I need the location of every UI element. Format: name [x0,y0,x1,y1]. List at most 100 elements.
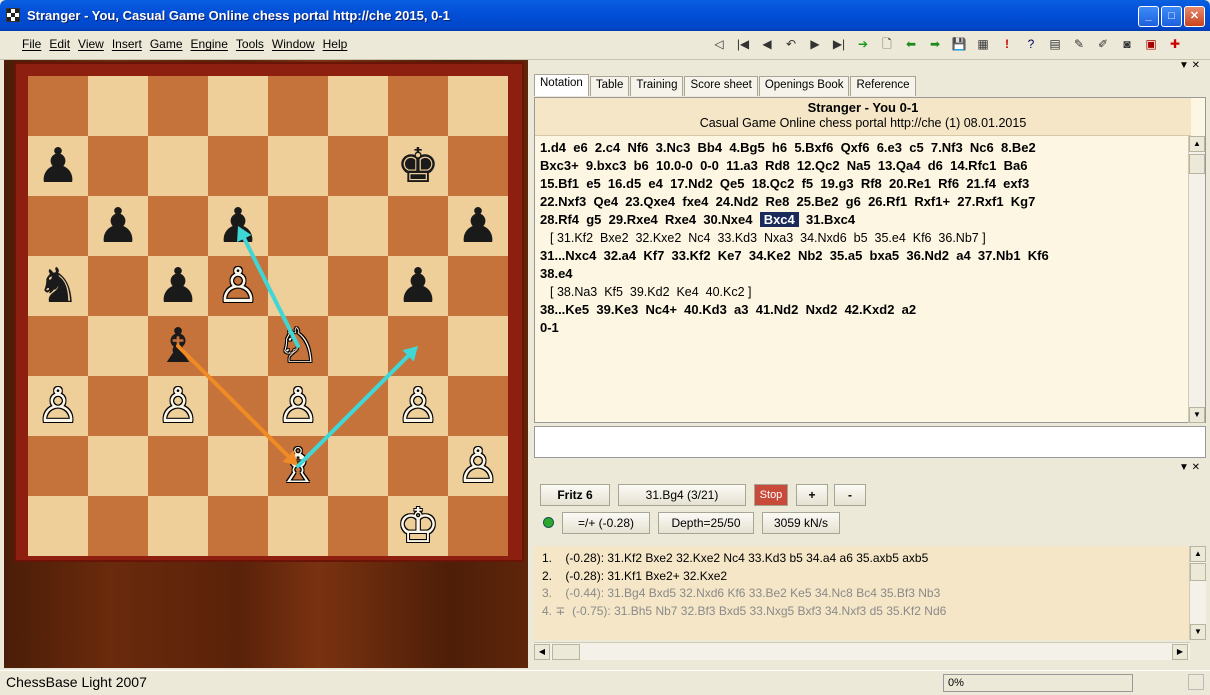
move-line[interactable]: 15.Bf1 e5 16.d5 e4 17.Nd2 Qe5 18.Qc2 f5 … [540,175,1182,193]
previous-game-icon[interactable]: ⬅ [900,33,922,55]
square-b3[interactable] [88,376,148,436]
tab-table[interactable]: Table [589,76,630,96]
piece-c4[interactable]: ♝ [148,316,208,376]
square-e2[interactable]: ♗ [268,436,328,496]
square-h6[interactable]: ♟ [448,196,508,256]
new-game-icon[interactable]: 🗋 [876,33,898,55]
square-h5[interactable] [448,256,508,316]
square-b2[interactable] [88,436,148,496]
menu-window[interactable]: Window [268,37,319,51]
square-e6[interactable] [268,196,328,256]
resize-grip[interactable] [1188,674,1204,690]
current-move[interactable]: Bxc4 [759,212,799,227]
piece-g1[interactable]: ♔ [388,496,448,556]
engine-scroll-right-icon[interactable]: ▶ [1172,644,1188,660]
square-a2[interactable] [28,436,88,496]
square-g6[interactable] [388,196,448,256]
tab-score-sheet[interactable]: Score sheet [684,76,758,96]
add-line-button[interactable]: + [796,484,828,506]
eraser-icon[interactable]: ✐ [1092,33,1114,55]
notation-scrollbar[interactable]: ▲ ▼ [1188,136,1205,423]
piece-g5[interactable]: ♟ [388,256,448,316]
square-c8[interactable] [148,76,208,136]
back-icon[interactable]: ◁ [708,33,730,55]
first-move-icon[interactable]: |◀ [732,33,754,55]
square-b7[interactable] [88,136,148,196]
square-f5[interactable] [328,256,388,316]
stop-button[interactable]: Stop [754,484,788,506]
square-g4[interactable] [388,316,448,376]
engine-scroll-up-icon[interactable]: ▲ [1190,546,1206,562]
tab-reference[interactable]: Reference [850,76,916,96]
scroll-thumb[interactable] [1189,154,1205,174]
engine-name[interactable]: Fritz 6 [540,484,610,506]
square-f1[interactable] [328,496,388,556]
square-b5[interactable] [88,256,148,316]
move-list[interactable]: 1.d4 e6 2.c4 Nf6 3.Nc3 Bb4 4.Bg5 h6 5.Bx… [540,139,1182,337]
replace-game-icon[interactable]: ▦ [972,33,994,55]
square-d2[interactable] [208,436,268,496]
square-e7[interactable] [268,136,328,196]
menu-game[interactable]: Game [146,37,187,51]
next-move-icon[interactable]: ▶ [804,33,826,55]
square-c2[interactable] [148,436,208,496]
square-g5[interactable]: ♟ [388,256,448,316]
square-f2[interactable] [328,436,388,496]
tab-training[interactable]: Training [630,76,684,96]
piece-g3[interactable]: ♙ [388,376,448,436]
square-a8[interactable] [28,76,88,136]
prev-move-icon[interactable]: ◀ [756,33,778,55]
camera-icon[interactable]: ◙ [1116,33,1138,55]
square-e5[interactable] [268,256,328,316]
engine-line[interactable]: 4. ∓ (-0.75): 31.Bh5 Nb7 32.Bf3 Bxd5 33.… [542,603,1190,621]
square-c7[interactable] [148,136,208,196]
engine-line[interactable]: 2. (-0.28): 31.Kf1 Bxe2+ 32.Kxe2 [542,568,1190,586]
square-b1[interactable] [88,496,148,556]
square-d1[interactable] [208,496,268,556]
square-h7[interactable] [448,136,508,196]
last-move-icon[interactable]: ▶| [828,33,850,55]
engine-scroll-down-icon[interactable]: ▼ [1190,624,1206,640]
square-a7[interactable]: ♟ [28,136,88,196]
square-c1[interactable] [148,496,208,556]
square-b8[interactable] [88,76,148,136]
piece-d6[interactable]: ♟ [208,196,268,256]
square-a1[interactable] [28,496,88,556]
square-c5[interactable]: ♟ [148,256,208,316]
scroll-down-icon[interactable]: ▼ [1189,407,1205,423]
variation-line[interactable]: [ 31.Kf2 Bxe2 32.Kxe2 Nc4 33.Kd3 Nxa3 34… [540,229,1182,247]
square-c4[interactable]: ♝ [148,316,208,376]
menu-tools[interactable]: Tools [232,37,268,51]
piece-c3[interactable]: ♙ [148,376,208,436]
square-a5[interactable]: ♞ [28,256,88,316]
move-line[interactable]: 0-1 [540,319,1182,337]
menu-view[interactable]: View [74,37,108,51]
piece-d5[interactable]: ♙ [208,256,268,316]
engine-lines[interactable]: 1. (-0.28): 31.Kf2 Bxe2 32.Kxe2 Nc4 33.K… [534,546,1190,640]
piece-e4[interactable]: ♘ [268,316,328,376]
variation-line[interactable]: [ 38.Na3 Kf5 39.Kd2 Ke4 40.Kc2 ] [540,283,1182,301]
piece-a3[interactable]: ♙ [28,376,88,436]
menu-help[interactable]: Help [319,37,352,51]
move-line[interactable]: 1.d4 e6 2.c4 Nf6 3.Nc3 Bb4 4.Bg5 h6 5.Bx… [540,139,1182,157]
square-g3[interactable]: ♙ [388,376,448,436]
engine-scrollbar[interactable]: ▲ ▼ [1189,546,1206,640]
square-b4[interactable] [88,316,148,376]
square-h3[interactable] [448,376,508,436]
scroll-up-icon[interactable]: ▲ [1189,136,1205,152]
piece-e2[interactable]: ♗ [268,436,328,496]
query-icon[interactable]: ? [1020,33,1042,55]
tab-openings-book[interactable]: Openings Book [758,76,850,96]
piece-b6[interactable]: ♟ [88,196,148,256]
square-d5[interactable]: ♙ [208,256,268,316]
square-d7[interactable] [208,136,268,196]
square-d4[interactable] [208,316,268,376]
square-g8[interactable] [388,76,448,136]
square-h2[interactable]: ♙ [448,436,508,496]
menu-file[interactable]: File [18,37,45,51]
engine-hscrollbar[interactable]: ◀ ▶ [534,642,1190,660]
square-d3[interactable] [208,376,268,436]
square-h8[interactable] [448,76,508,136]
square-g2[interactable] [388,436,448,496]
square-f4[interactable] [328,316,388,376]
